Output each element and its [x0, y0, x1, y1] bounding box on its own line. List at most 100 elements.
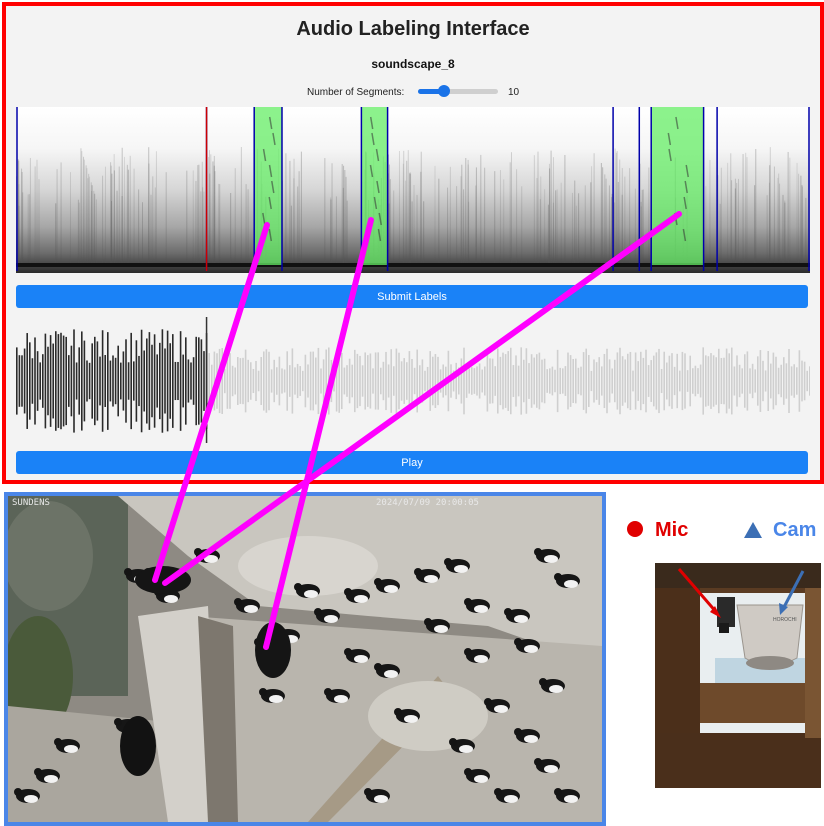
waveform-bar: [673, 366, 676, 396]
waveform-bar: [798, 350, 801, 412]
waveform-bar: [320, 368, 322, 394]
waveform-bar: [307, 364, 309, 398]
waveform-bar: [101, 330, 104, 432]
waveform-bar: [380, 367, 382, 395]
labeled-segment[interactable]: [361, 107, 388, 265]
waveform-bar: [452, 370, 455, 392]
waveform-bar: [302, 370, 304, 392]
waveform-bar: [400, 361, 403, 401]
segments-value: 10: [508, 87, 520, 98]
waveform-bar: [200, 339, 203, 423]
waveform-bar: [416, 349, 418, 413]
waveform-bar: [767, 351, 769, 411]
waveform-bar: [81, 331, 83, 431]
waveform-bar: [655, 352, 658, 410]
waveform-bar: [439, 369, 442, 393]
waveform-bar: [29, 342, 31, 420]
waveform-bar: [229, 353, 231, 409]
waveform-bar: [112, 355, 114, 407]
waveform-bar: [18, 355, 21, 407]
waveform-bar: [146, 338, 148, 424]
waveform-bar: [283, 369, 286, 393]
waveform-bar: [185, 337, 187, 425]
waveform-bar: [294, 367, 296, 395]
waveform[interactable]: [16, 313, 810, 443]
waveform-bar: [759, 350, 762, 412]
waveform-bar: [770, 363, 772, 399]
waveform-bar: [580, 366, 582, 396]
waveform-bar: [499, 356, 502, 406]
waveform-bar: [156, 354, 158, 408]
mic-marker-icon: [627, 521, 643, 537]
waveform-bar: [276, 367, 278, 395]
waveform-bar: [627, 353, 629, 409]
waveform-bar: [559, 367, 561, 395]
waveform-bar: [315, 357, 317, 405]
waveform-bar: [211, 364, 213, 398]
waveform-bar: [55, 331, 57, 431]
waveform-bar: [42, 354, 44, 408]
waveform-bar: [278, 356, 281, 406]
waveform-bar: [187, 359, 190, 403]
waveform-bar: [426, 366, 429, 396]
waveform-bar: [780, 364, 782, 398]
waveform-bar: [593, 359, 595, 403]
waveform-bar: [556, 349, 559, 413]
waveform-bar: [632, 370, 634, 392]
waveform-bar: [502, 352, 504, 410]
labeled-segment[interactable]: [651, 107, 704, 265]
waveform-bar: [122, 351, 125, 411]
waveform-bar: [666, 362, 668, 400]
waveform-bar: [650, 360, 652, 402]
waveform-bar: [473, 368, 476, 394]
waveform-bar: [208, 353, 210, 409]
mic-and-camera-photo: HOROCHI: [655, 563, 821, 788]
waveform-bar: [65, 336, 67, 426]
waveform-bar: [114, 357, 117, 405]
waveform-bar: [803, 361, 806, 401]
waveform-bar: [624, 359, 626, 403]
spectrogram[interactable]: [16, 107, 810, 273]
waveform-bar: [385, 351, 387, 411]
waveform-bar: [78, 347, 80, 415]
waveform-bar: [614, 359, 616, 403]
waveform-bar: [351, 364, 353, 398]
waveform-bar: [413, 367, 416, 395]
waveform-bar: [408, 351, 411, 411]
waveform-bar: [515, 355, 517, 407]
waveform-bar: [286, 351, 288, 411]
waveform-bar: [546, 369, 548, 393]
waveform-bar: [390, 349, 392, 413]
waveform-bar: [736, 355, 738, 407]
waveform-bar: [203, 351, 205, 411]
waveform-bar: [746, 351, 749, 411]
waveform-bar: [36, 351, 39, 411]
submit-labels-button[interactable]: Submit Labels: [16, 285, 808, 308]
waveform-bar: [265, 349, 268, 413]
waveform-bar: [75, 362, 78, 400]
waveform-bar: [681, 351, 684, 411]
play-button[interactable]: Play: [16, 451, 808, 474]
waveform-bar: [343, 367, 346, 395]
waveform-bar: [83, 340, 86, 422]
labeled-segment[interactable]: [254, 107, 282, 265]
waveform-bar: [424, 370, 426, 392]
waveform-bar: [161, 329, 164, 433]
waveform-bar: [377, 352, 379, 410]
waveform-bar: [52, 343, 54, 419]
waveform-bar: [364, 352, 366, 410]
waveform-bar: [679, 370, 681, 392]
waveform-bar: [419, 365, 421, 397]
waveform-bar: [250, 362, 252, 400]
waveform-bar: [538, 352, 541, 410]
segments-slider[interactable]: [418, 85, 498, 97]
waveform-bar: [744, 354, 746, 408]
waveform-bar: [434, 354, 437, 408]
waveform-bar: [731, 347, 733, 415]
waveform-bar: [348, 358, 351, 404]
camera-brand-text: HOROCHI: [773, 617, 797, 623]
waveform-bar: [676, 353, 678, 409]
slider-knob[interactable]: [438, 85, 451, 97]
waveform-bar: [346, 365, 348, 397]
waveform-bar: [174, 361, 177, 401]
